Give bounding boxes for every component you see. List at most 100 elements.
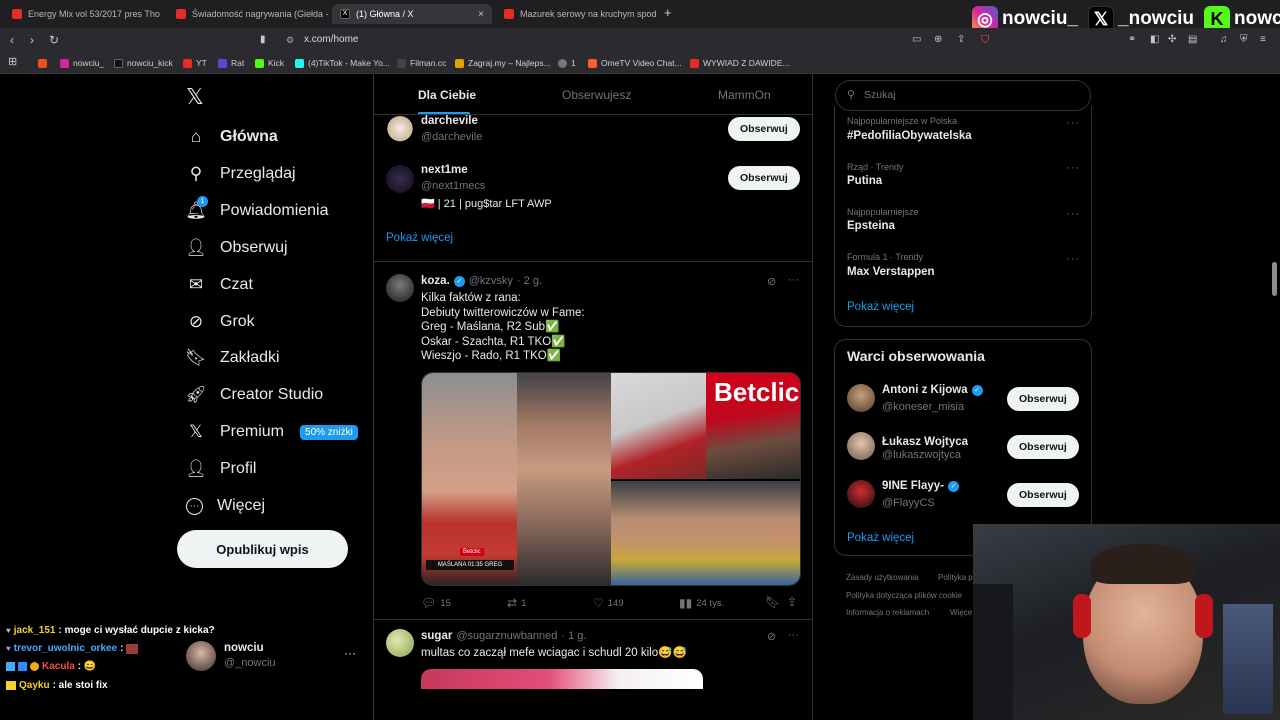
trend-item[interactable]: #PedofiliaObywatelska xyxy=(847,130,972,142)
nav-home[interactable]: ⌂ Główna xyxy=(186,123,278,151)
tab-following[interactable]: Obserwujesz xyxy=(562,88,631,102)
back-icon[interactable]: ‹ xyxy=(10,33,14,47)
trend-item[interactable]: Putina xyxy=(847,175,882,187)
tweet-media[interactable]: MAŚLANA 01:35 GREG Betclic Betclic xyxy=(421,372,801,586)
who-to-follow-show-more-link[interactable]: Pokaż więcej xyxy=(847,532,914,544)
footer-link[interactable]: Zasady użytkowania xyxy=(846,573,918,582)
more-icon[interactable]: ··· xyxy=(788,274,799,286)
browser-tab[interactable]: Mazurek serowy na kruchym spodzie xyxy=(496,4,656,24)
follow-button[interactable]: Obserwuj xyxy=(1007,435,1079,459)
post-button[interactable]: Opublikuj wpis xyxy=(177,530,348,568)
bookmark-item[interactable] xyxy=(38,56,47,70)
avatar[interactable] xyxy=(847,432,875,460)
wallet-icon[interactable]: ◧ xyxy=(1150,33,1159,47)
avatar[interactable] xyxy=(847,480,875,508)
grok-icon[interactable]: ⊘ xyxy=(767,275,776,288)
nav-profile[interactable]: 👤︎ Profil xyxy=(185,455,256,483)
nav-explore[interactable]: ⚲ Przeglądaj xyxy=(186,160,296,188)
grok-icon[interactable]: ⊘ xyxy=(767,630,776,643)
tab-for-you[interactable]: Dla Ciebie xyxy=(418,88,476,102)
more-icon[interactable]: ··· xyxy=(1066,208,1080,220)
reply-button[interactable]: 💬︎ 15 xyxy=(421,596,451,610)
bookmark-item[interactable]: 1 xyxy=(558,56,576,70)
browser-tab[interactable]: Świadomość nagrywania (Giełda - Od xyxy=(168,4,330,24)
cast-icon[interactable]: ▭ xyxy=(912,33,921,47)
browser-tab-active[interactable]: X (1) Główna / X × xyxy=(332,4,492,24)
share-icon[interactable]: ⇪ xyxy=(787,595,797,609)
music-icon[interactable]: ♫ xyxy=(1220,33,1228,47)
puzzle-icon[interactable]: ✣ xyxy=(1168,33,1176,47)
trends-show-more-link[interactable]: Pokaż więcej xyxy=(847,301,914,313)
bookmark-item[interactable]: YT xyxy=(183,56,207,70)
more-icon[interactable]: ··· xyxy=(1066,162,1080,174)
trend-item[interactable]: Max Verstappen xyxy=(847,266,935,278)
zoom-icon[interactable]: ⊕ xyxy=(934,33,942,47)
bookmark-item[interactable]: WYWIAD Z DAWIDE... xyxy=(690,56,790,70)
tweet-time[interactable]: · 2 g. xyxy=(517,275,542,287)
more-icon[interactable]: ··· xyxy=(788,629,799,641)
nav-premium[interactable]: 𝕏 Premium 50% zniżki xyxy=(186,418,358,446)
footer-link[interactable]: Więce xyxy=(950,608,972,617)
tweet-author-name[interactable]: koza. xyxy=(421,275,450,287)
views-button[interactable]: ▮▮ 24 tys. xyxy=(679,596,724,610)
bookmark-item[interactable]: OmeTV Video Chat... xyxy=(588,56,682,70)
bookmark-item[interactable]: Filman.cc xyxy=(397,56,446,70)
browser-tab[interactable]: Energy Mix vol 53/2017 pres Tho xyxy=(4,4,166,24)
suggested-user-name[interactable]: next1me xyxy=(421,164,468,176)
more-icon[interactable]: ··· xyxy=(1066,117,1080,129)
bookmark-item[interactable]: Kick xyxy=(255,56,284,70)
nav-creator-studio[interactable]: 🚀︎ Creator Studio xyxy=(185,381,323,409)
trend-item[interactable]: Epsteina xyxy=(847,220,895,232)
forward-icon[interactable]: › xyxy=(30,33,34,47)
bookmark-item[interactable]: nowciu_kick xyxy=(114,56,173,70)
nav-follow[interactable]: 👤︎ Obserwuj xyxy=(185,234,287,262)
bookmark-item[interactable]: Zagraj.my – Najleps... xyxy=(455,56,551,70)
bookmark-item[interactable]: Rat xyxy=(218,56,244,70)
scrollbar-thumb[interactable] xyxy=(1272,262,1277,296)
footer-link[interactable]: Informacja o reklamach xyxy=(846,608,929,617)
like-button[interactable]: ♡ 149 xyxy=(593,596,624,610)
reload-icon[interactable]: ↻ xyxy=(49,33,59,47)
vpn-icon[interactable]: ⛨ xyxy=(1240,33,1248,47)
account-more-icon[interactable]: ··· xyxy=(344,646,356,660)
avatar[interactable] xyxy=(847,384,875,412)
bookmark-item[interactable]: nowciu_ xyxy=(60,56,104,70)
nav-more[interactable]: ⋯ Więcej xyxy=(186,492,265,520)
extension-icon[interactable]: ⚭ xyxy=(1128,33,1136,47)
site-settings-icon[interactable]: ⚙ xyxy=(286,31,294,49)
footer-link[interactable]: Polityka dotycząca plików cookie xyxy=(846,591,962,600)
avatar[interactable] xyxy=(386,165,414,193)
nav-bookmarks[interactable]: 🔖︎ Zakładki xyxy=(185,344,279,372)
avatar[interactable] xyxy=(186,641,216,671)
menu-icon[interactable]: ≡ xyxy=(1260,33,1266,47)
tweet-media[interactable] xyxy=(421,669,703,689)
tweet-author-name[interactable]: sugar xyxy=(421,630,452,642)
url-field[interactable]: ⚙ x.com/home xyxy=(278,31,998,49)
account-name[interactable]: Antoni z Kijowa xyxy=(882,384,968,396)
suggested-user-name[interactable]: darchevile xyxy=(421,115,478,127)
bookmark-page-icon[interactable]: ▮ xyxy=(260,33,266,47)
follow-button[interactable]: Obserwuj xyxy=(1007,483,1079,507)
bookmark-icon[interactable]: 🔖︎ xyxy=(765,595,780,609)
account-name[interactable]: Łukasz Wojtyca xyxy=(882,436,968,448)
avatar[interactable] xyxy=(386,116,414,144)
footer-link[interactable]: Polityka p xyxy=(938,573,973,582)
bookmark-item[interactable]: (4)TikTok - Make Yo... xyxy=(295,56,390,70)
follow-button[interactable]: Obserwuj xyxy=(728,166,800,190)
sidebar-toggle-icon[interactable]: ▤ xyxy=(1188,33,1197,47)
close-tab-icon[interactable]: × xyxy=(478,9,484,20)
more-icon[interactable]: ··· xyxy=(1066,253,1080,265)
nav-notifications[interactable]: 🔔︎ 1 Powiadomienia xyxy=(185,196,329,225)
new-tab-button[interactable]: + xyxy=(664,5,672,20)
tweet-time[interactable]: · 1 g. xyxy=(561,630,586,642)
follow-button[interactable]: Obserwuj xyxy=(728,117,800,141)
brave-shield-icon[interactable]: ⛉ xyxy=(981,33,989,47)
apps-grid-icon[interactable]: ⊞ xyxy=(8,55,17,69)
x-logo[interactable]: 𝕏 xyxy=(186,84,204,110)
repost-button[interactable]: ⇄ 1 xyxy=(507,596,526,610)
avatar[interactable] xyxy=(386,629,414,657)
nav-grok[interactable]: ⊘ Grok xyxy=(186,308,255,336)
show-more-link[interactable]: Pokaż więcej xyxy=(386,232,453,244)
account-name[interactable]: 9INE Flayy- xyxy=(882,480,944,492)
nav-chat[interactable]: ✉ Czat xyxy=(186,271,253,299)
